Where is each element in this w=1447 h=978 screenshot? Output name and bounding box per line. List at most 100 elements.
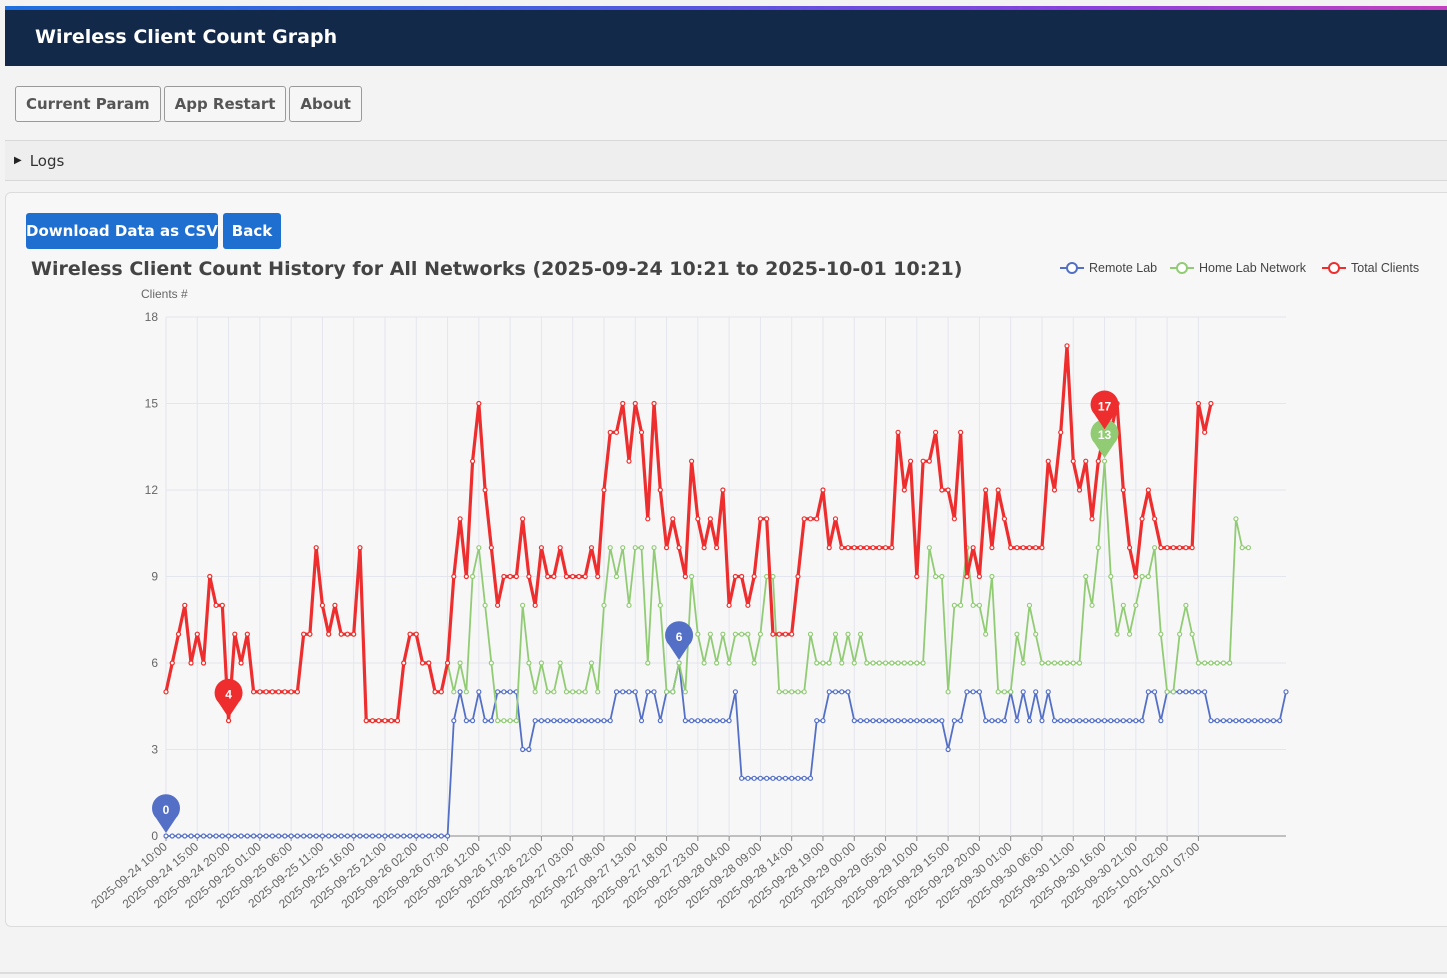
data-point bbox=[920, 660, 926, 666]
data-point bbox=[182, 833, 188, 839]
data-point bbox=[1239, 545, 1245, 551]
data-point bbox=[682, 573, 688, 580]
legend-label: Home Lab Network bbox=[1199, 261, 1307, 275]
data-point bbox=[1208, 718, 1214, 724]
data-point bbox=[1152, 689, 1158, 695]
data-point bbox=[1095, 458, 1101, 464]
data-point bbox=[882, 545, 889, 551]
data-point bbox=[983, 718, 989, 724]
data-point bbox=[1026, 545, 1033, 551]
data-point bbox=[1158, 631, 1164, 637]
data-point bbox=[1177, 631, 1183, 637]
data-point bbox=[607, 718, 613, 724]
data-point bbox=[789, 689, 795, 695]
data-point bbox=[1208, 660, 1214, 666]
data-point bbox=[1264, 718, 1270, 724]
data-point bbox=[588, 718, 595, 724]
data-point bbox=[513, 573, 519, 580]
data-point bbox=[232, 631, 238, 637]
data-point bbox=[294, 833, 300, 839]
data-point bbox=[282, 689, 288, 695]
data-point bbox=[914, 660, 920, 666]
data-point bbox=[1152, 516, 1158, 522]
data-point bbox=[545, 689, 551, 695]
data-point bbox=[795, 775, 801, 781]
data-point bbox=[213, 833, 219, 839]
data-point bbox=[757, 775, 764, 781]
data-point bbox=[344, 833, 351, 839]
data-point bbox=[826, 660, 832, 666]
data-point bbox=[313, 833, 319, 839]
data-point bbox=[1001, 689, 1008, 695]
data-point bbox=[225, 833, 232, 839]
data-point bbox=[989, 573, 995, 580]
data-point bbox=[851, 718, 857, 724]
data-point bbox=[413, 833, 419, 839]
data-point bbox=[1183, 602, 1189, 608]
data-point bbox=[1058, 660, 1064, 666]
data-point bbox=[457, 660, 463, 666]
data-point bbox=[1233, 516, 1239, 522]
data-point bbox=[438, 689, 444, 695]
data-point bbox=[807, 631, 814, 637]
data-point bbox=[720, 718, 726, 724]
data-point bbox=[238, 660, 244, 666]
data-point bbox=[757, 516, 764, 522]
data-point bbox=[1108, 573, 1114, 580]
data-point bbox=[745, 631, 751, 637]
data-point bbox=[651, 545, 657, 551]
data-point bbox=[269, 833, 275, 839]
data-point bbox=[488, 545, 494, 551]
data-point bbox=[407, 833, 413, 839]
data-point bbox=[764, 516, 770, 522]
data-point bbox=[732, 573, 738, 580]
y-tick-label: 0 bbox=[151, 829, 158, 843]
data-point bbox=[951, 516, 957, 522]
data-point bbox=[213, 602, 219, 608]
data-point bbox=[845, 545, 851, 551]
data-point bbox=[501, 573, 507, 580]
data-point bbox=[1189, 631, 1195, 637]
data-point bbox=[495, 602, 501, 608]
data-point bbox=[463, 718, 469, 724]
data-point bbox=[351, 631, 357, 637]
data-point bbox=[770, 775, 776, 781]
data-point bbox=[601, 487, 607, 493]
data-point bbox=[626, 602, 632, 608]
data-point bbox=[463, 689, 469, 695]
data-point bbox=[563, 718, 570, 724]
data-point bbox=[1101, 458, 1108, 464]
data-point bbox=[845, 689, 851, 695]
data-point bbox=[401, 660, 407, 666]
data-point bbox=[444, 660, 451, 666]
data-point bbox=[607, 545, 613, 551]
data-point bbox=[538, 718, 545, 724]
data-point bbox=[764, 775, 770, 781]
data-point bbox=[595, 718, 601, 724]
data-point bbox=[1145, 689, 1151, 695]
data-point bbox=[482, 487, 488, 493]
data-point bbox=[751, 573, 757, 580]
data-point bbox=[207, 833, 213, 839]
data-point bbox=[1126, 545, 1133, 551]
data-point bbox=[876, 660, 882, 666]
data-point bbox=[469, 573, 476, 580]
data-point bbox=[382, 718, 388, 724]
data-point bbox=[332, 602, 338, 608]
data-point bbox=[889, 718, 895, 724]
data-point bbox=[601, 718, 607, 724]
data-point bbox=[538, 660, 545, 666]
data-point bbox=[657, 718, 663, 724]
data-point bbox=[451, 689, 457, 695]
data-point bbox=[751, 775, 757, 781]
data-point bbox=[344, 631, 351, 637]
data-point bbox=[632, 400, 638, 407]
data-point bbox=[845, 631, 851, 637]
data-point bbox=[419, 660, 426, 666]
data-point bbox=[219, 602, 225, 608]
data-point bbox=[513, 718, 519, 724]
data-point bbox=[1227, 660, 1233, 666]
data-point bbox=[194, 833, 200, 839]
data-point bbox=[1208, 400, 1214, 407]
data-point bbox=[983, 631, 989, 637]
